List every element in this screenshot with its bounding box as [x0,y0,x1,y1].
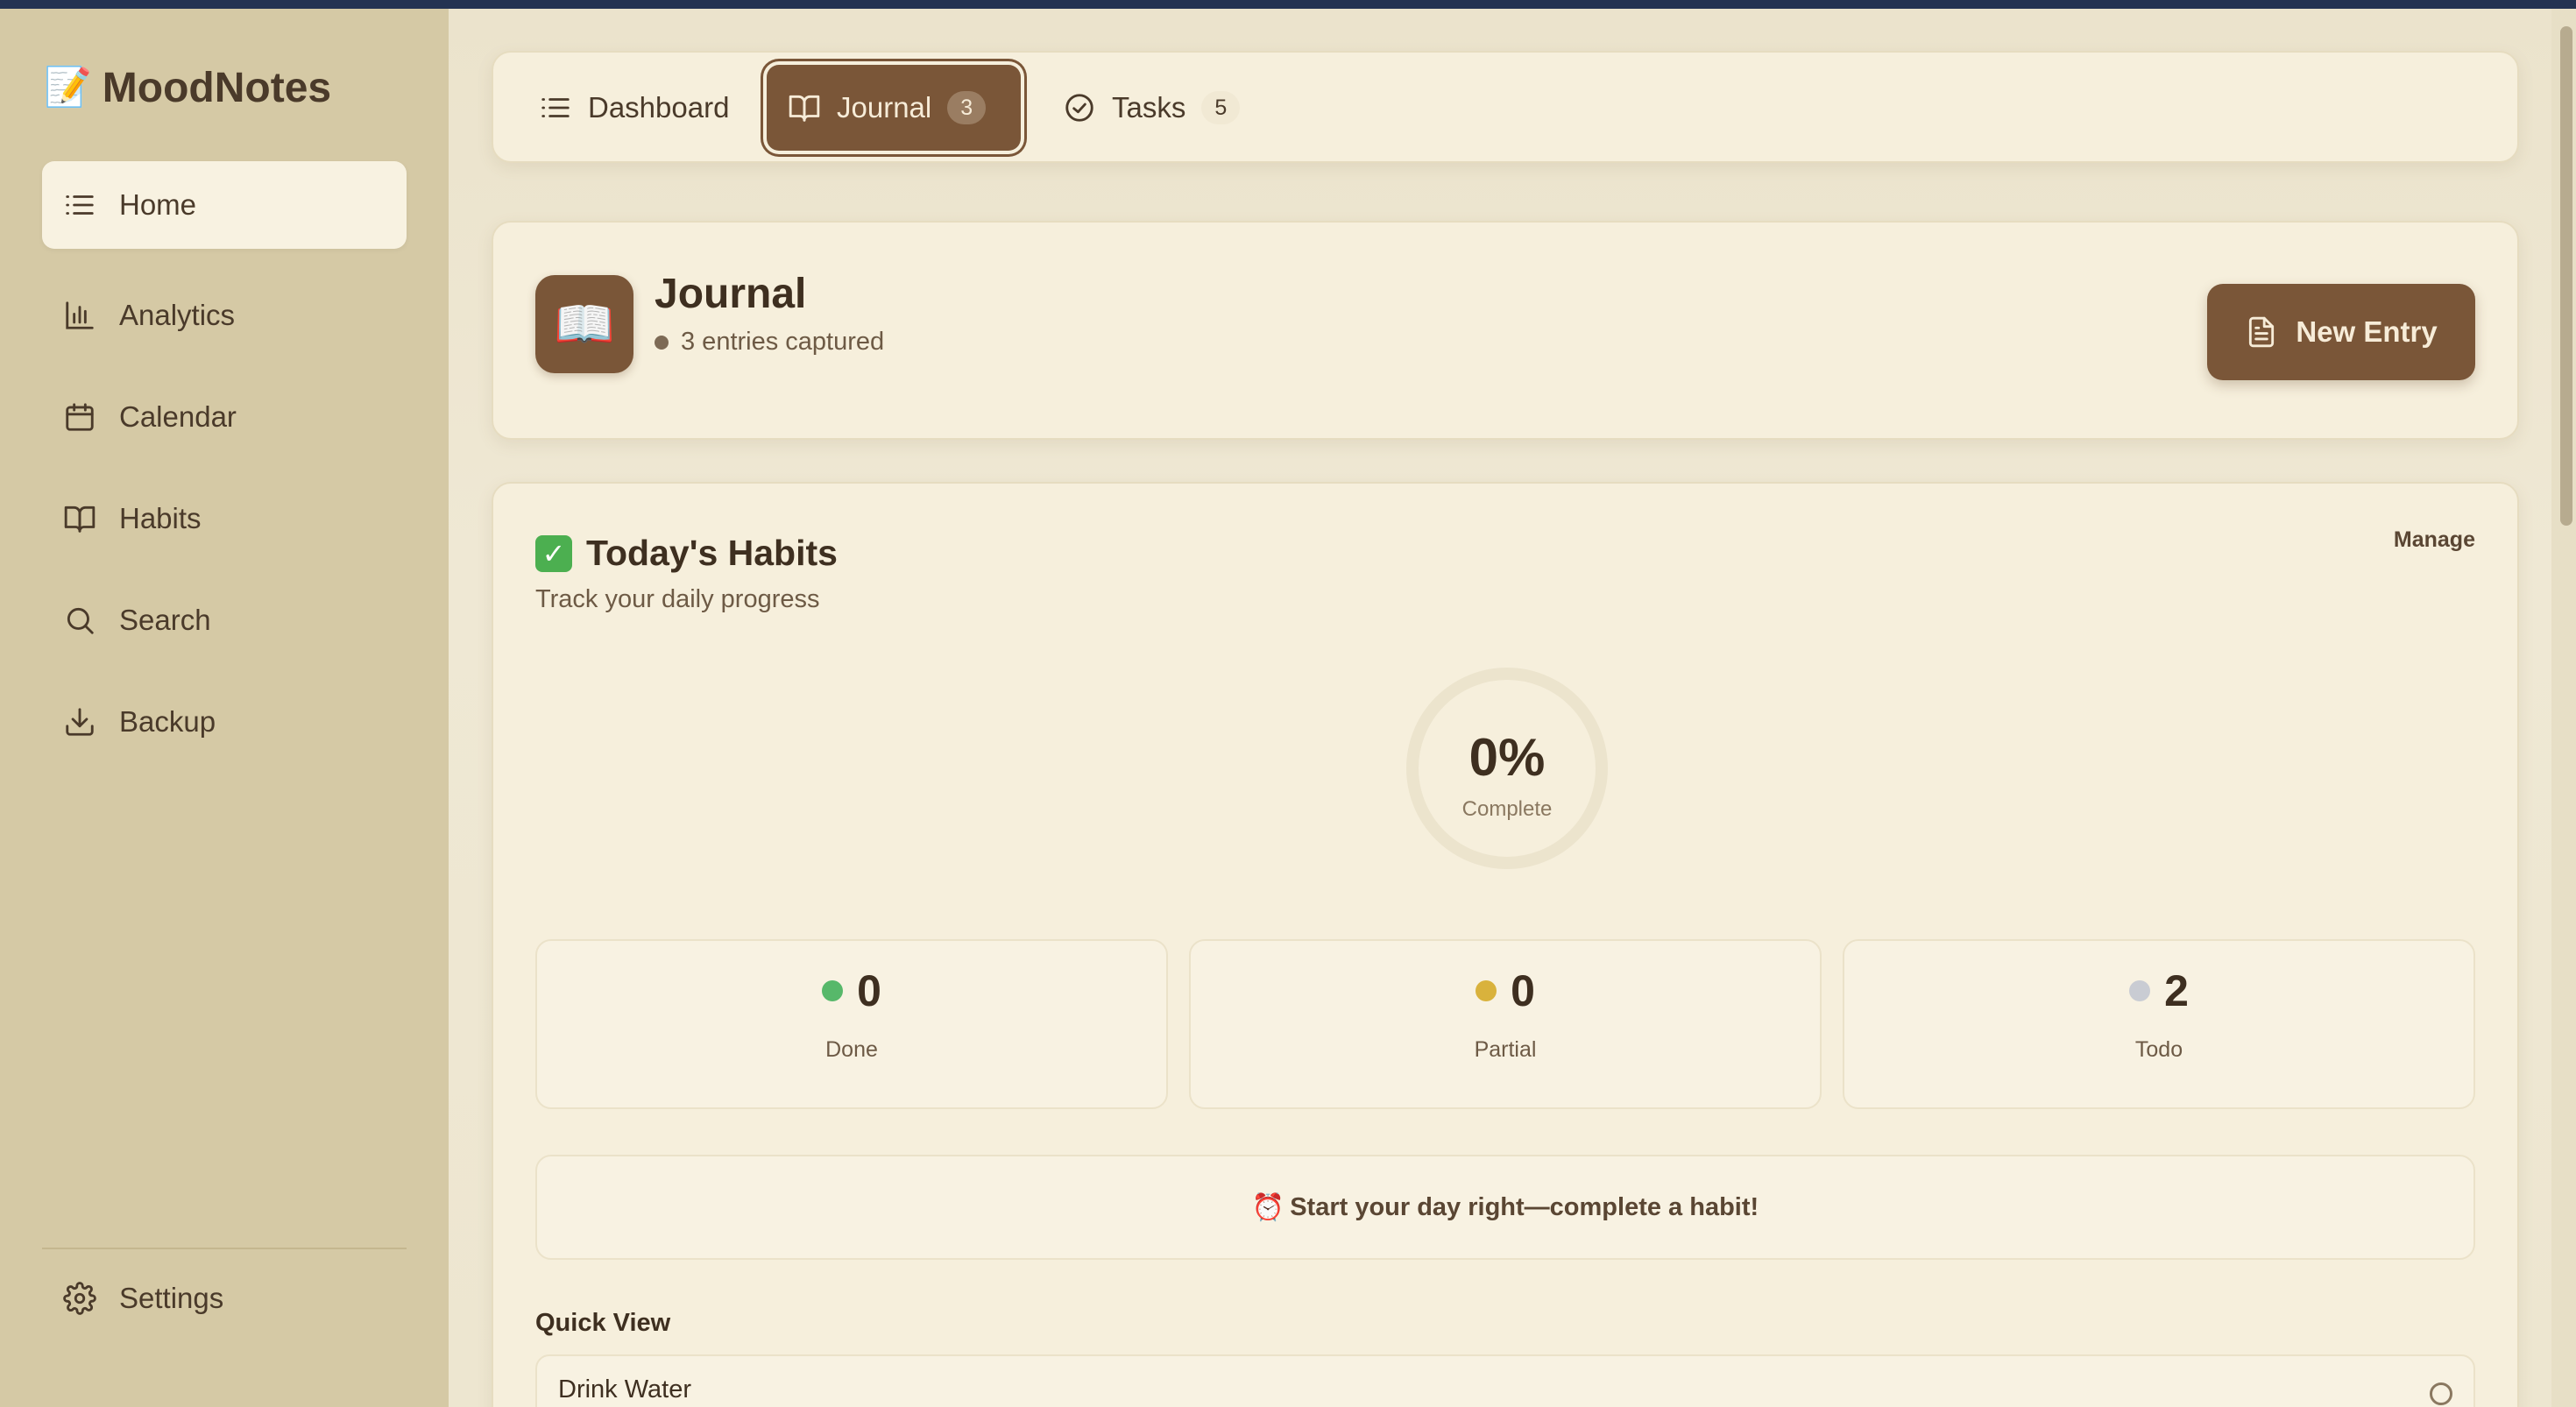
sidebar-item-analytics[interactable]: Analytics [42,272,407,359]
sidebar-divider [42,1248,407,1249]
habit-label: Drink Water [558,1375,691,1403]
sidebar-item-label: Backup [119,705,216,738]
sidebar-item-label: Analytics [119,299,236,331]
sidebar-item-settings[interactable]: Settings [42,1255,407,1342]
tab-count-badge: 5 [1201,91,1241,124]
sidebar-item-label: Search [119,604,211,636]
app-name: MoodNotes [102,64,332,111]
tab-label: Dashboard [588,91,730,124]
journal-header-card: 📖 Journal 3 entries captured New Entry [492,221,2519,440]
stat-value-row: 0 [1191,965,1820,1016]
sidebar-item-habits[interactable]: Habits [42,475,407,562]
sidebar: 📝 MoodNotes Home Analytics Calendar Habi… [0,9,449,1407]
tab-bar: Dashboard Journal 3 Tasks 5 [492,51,2519,163]
habits-title-label: Today's Habits [586,533,838,573]
stat-partial: 0 Partial [1189,939,1822,1109]
search-icon [67,607,94,634]
tab-label: Journal [837,91,932,124]
stat-value: 2 [2164,966,2189,1015]
status-dot-icon [1476,980,1497,1001]
status-dot-icon [822,980,844,1001]
tab-dashboard[interactable]: Dashboard [518,65,750,151]
tab-count-badge: 3 [947,91,987,124]
bar-chart-icon [66,301,94,329]
tab-tasks[interactable]: Tasks 5 [1042,65,1261,151]
check-circle-icon [1065,94,1093,122]
sidebar-item-backup[interactable]: Backup [42,678,407,766]
motivation-banner: ⏰ Start your day right—complete a habit! [535,1155,2475,1260]
progress-value: 0% [1468,728,1546,787]
habit-checkbox[interactable] [2430,1382,2452,1405]
motivation-text: Start your day right—complete a habit! [1290,1192,1759,1221]
sidebar-item-calendar[interactable]: Calendar [42,373,407,461]
download-icon [66,708,94,736]
entries-count-label: 3 entries captured [681,328,885,356]
stat-todo: 2 Todo [1843,939,2475,1109]
manage-link[interactable]: Manage [2394,527,2475,553]
stat-label: Partial [1474,1037,1537,1062]
open-book-icon: 📖 [535,275,633,373]
new-entry-button[interactable]: New Entry [2207,284,2475,380]
quick-view-title: Quick View [535,1309,671,1337]
app-brand[interactable]: 📝 MoodNotes [44,53,331,123]
sidebar-item-label: Home [119,188,197,221]
calendar-icon [66,403,94,431]
book-icon [64,506,96,533]
list-item[interactable]: Drink Water [535,1354,2475,1407]
list-icon [541,98,570,117]
sidebar-item-label: Calendar [119,400,237,433]
stat-label: Todo [2134,1037,2183,1062]
scrollbar-thumb[interactable] [2560,26,2572,526]
entries-count: 3 entries captured [655,328,884,357]
habits-subtitle: Track your daily progress [535,585,820,613]
stat-done: 0 Done [535,939,1168,1109]
sidebar-item-label: Habits [119,502,202,534]
stat-label: Done [825,1037,878,1062]
stat-value: 0 [1511,966,1535,1015]
book-icon [789,95,820,122]
list-icon [66,195,94,215]
window-top-bar [0,0,2576,9]
habits-card: ✓ Today's Habits Track your daily progre… [492,482,2519,1407]
sidebar-item-label: Settings [119,1282,224,1314]
document-icon [2249,316,2275,348]
tab-journal[interactable]: Journal 3 [767,65,1021,151]
check-mark-icon: ✓ [535,534,572,572]
new-entry-label: New Entry [2296,315,2438,348]
stat-value: 0 [857,966,881,1015]
alarm-clock-icon: ⏰ [1251,1192,1285,1222]
scrollbar[interactable] [2551,9,2576,1407]
tab-label: Tasks [1112,91,1186,124]
sidebar-item-search[interactable]: Search [42,576,407,664]
page-title: Journal [655,271,807,317]
sidebar-item-home[interactable]: Home [42,161,407,249]
stat-value-row: 2 [1844,965,2473,1016]
status-dot-icon [2129,980,2151,1001]
gear-icon [63,1282,96,1315]
stat-value-row: 0 [537,965,1166,1016]
memo-icon: 📝 [44,66,92,109]
status-dot-icon [655,335,669,350]
progress-label: Complete [1461,797,1553,821]
habits-title: ✓ Today's Habits [535,533,838,574]
